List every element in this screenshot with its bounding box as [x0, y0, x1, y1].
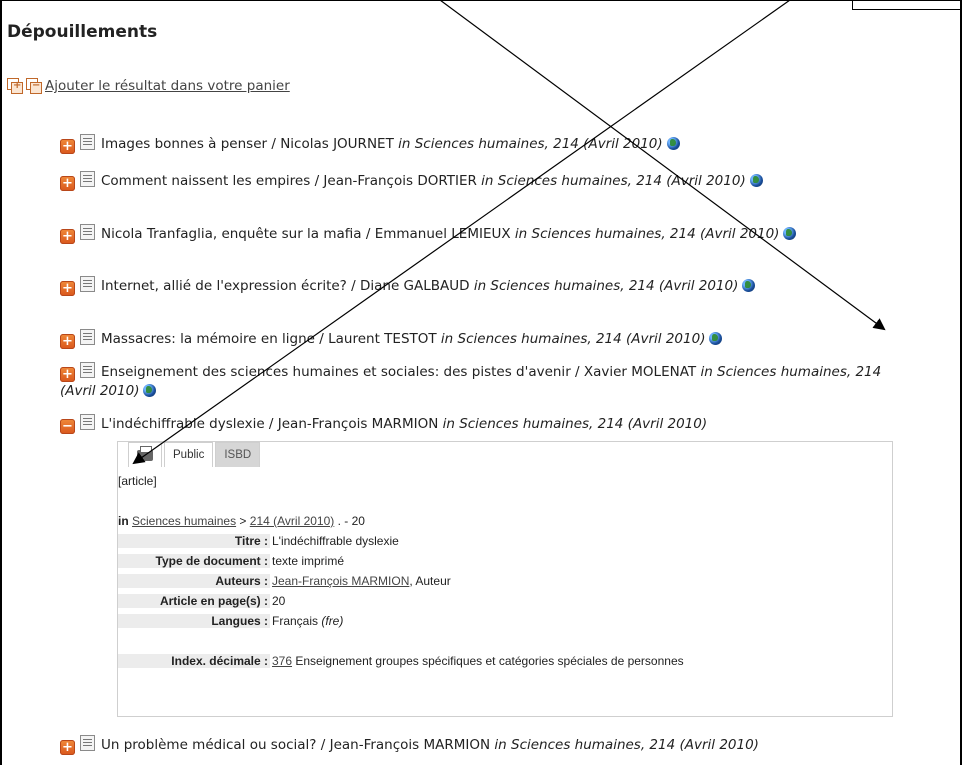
arrow-to-globe-icon — [439, 0, 886, 331]
annotation-arrows — [132, 0, 886, 465]
arrow-to-print-tab — [132, 0, 791, 465]
